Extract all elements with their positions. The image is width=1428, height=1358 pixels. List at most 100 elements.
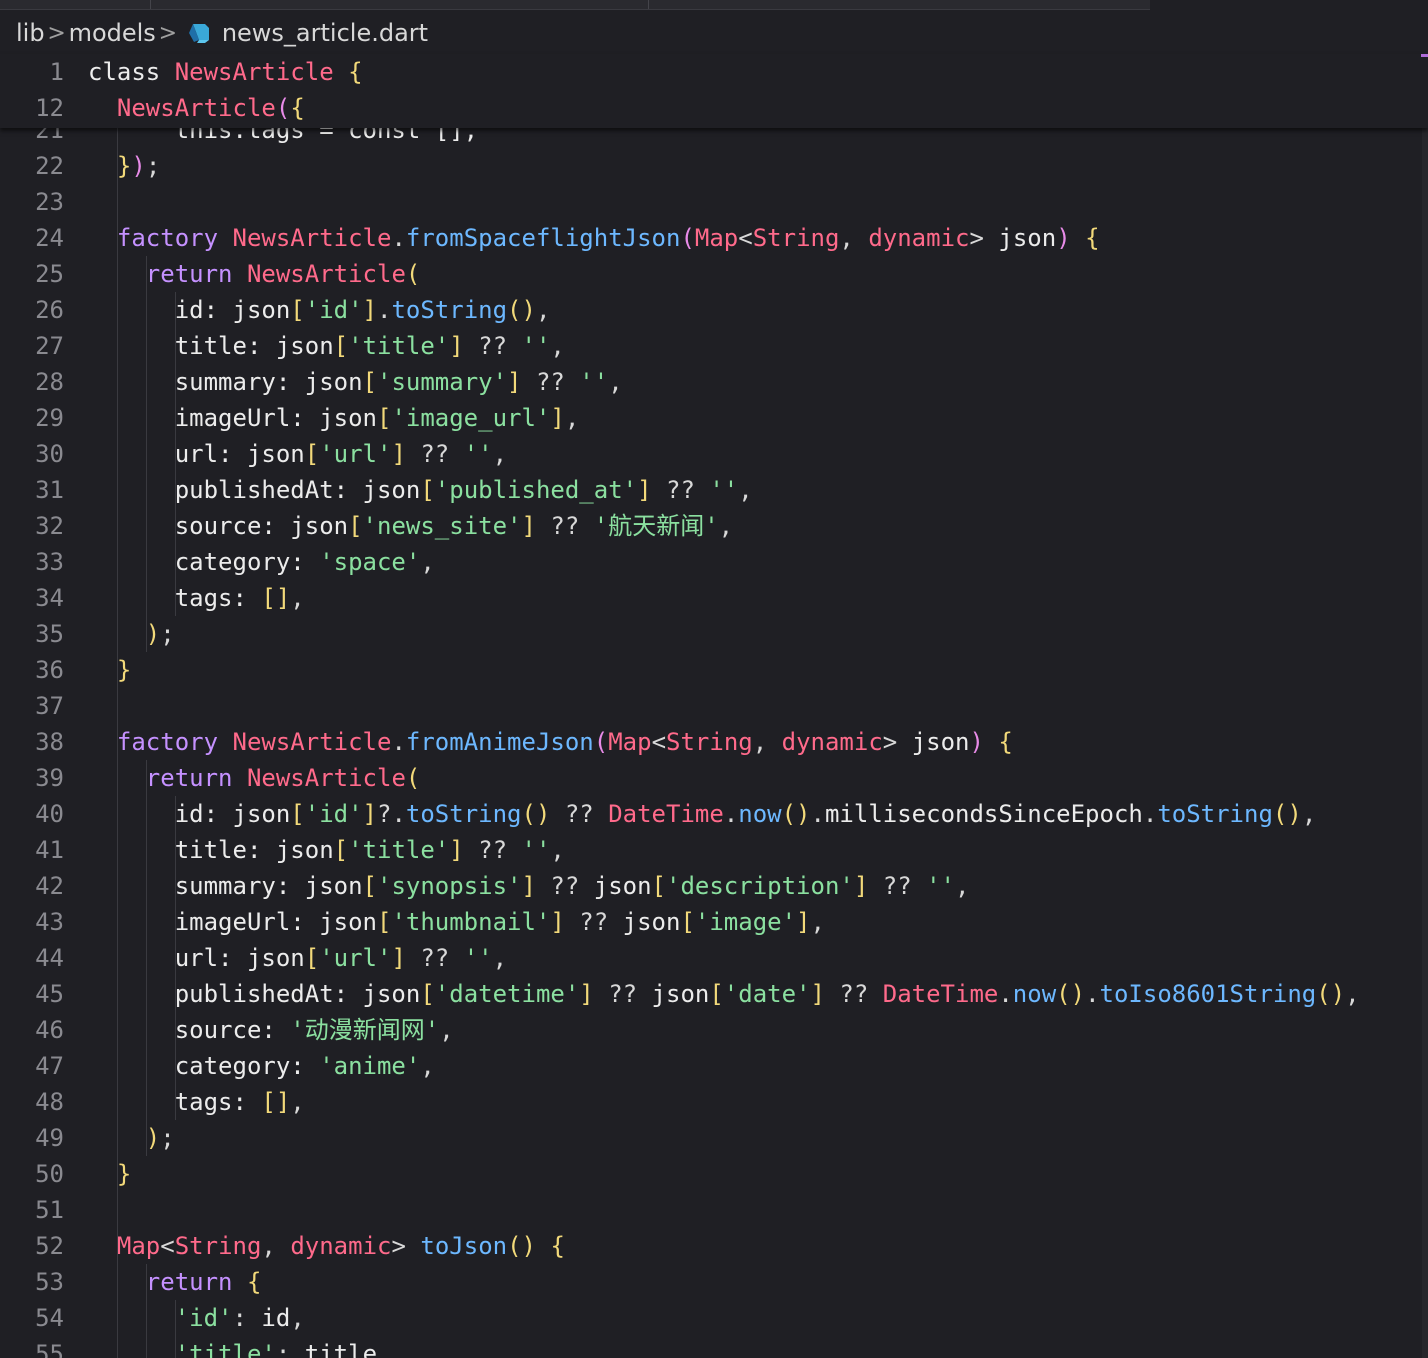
- code-token: NewsArticle: [232, 728, 392, 756]
- code-line[interactable]: 47 category: 'anime',: [0, 1048, 1428, 1084]
- code-token: ,: [290, 584, 305, 612]
- code-token: [: [304, 440, 320, 468]
- indent-guide: [175, 796, 176, 1120]
- code-line[interactable]: 46 source: '动漫新闻网',: [0, 1012, 1428, 1048]
- code-text: summary: json['synopsis'] ?? json['descr…: [88, 868, 970, 904]
- code-token: <: [160, 1232, 175, 1260]
- code-token: ,: [290, 1304, 305, 1332]
- code-line[interactable]: 45 publishedAt: json['datetime'] ?? json…: [0, 976, 1428, 1012]
- code-line[interactable]: 27 title: json['title'] ?? '',: [0, 328, 1428, 364]
- breadcrumb-item-file[interactable]: news_article.dart: [222, 19, 428, 47]
- sticky-scroll-header[interactable]: 1 class NewsArticle {12 NewsArticle({: [0, 54, 1428, 128]
- code-token: factory: [116, 224, 233, 252]
- code-line[interactable]: 1 class NewsArticle {: [0, 54, 1428, 90]
- code-text: factory NewsArticle.fromAnimeJson(Map<St…: [88, 724, 1013, 760]
- code-line[interactable]: 42 summary: json['synopsis'] ?? json['de…: [0, 868, 1428, 904]
- code-text: }: [88, 652, 131, 688]
- code-text: imageUrl: json['thumbnail'] ?? json['ima…: [88, 904, 825, 940]
- code-line[interactable]: 40 id: json['id']?.toString() ?? DateTim…: [0, 796, 1428, 832]
- code-token: >: [969, 224, 999, 252]
- code-line[interactable]: 43 imageUrl: json['thumbnail'] ?? json['…: [0, 904, 1428, 940]
- code-token: Map: [694, 224, 739, 252]
- code-token: 'thumbnail': [391, 908, 551, 936]
- code-token: 'id': [174, 1304, 233, 1332]
- code-token: [: [420, 980, 435, 1008]
- code-token: (): [1316, 980, 1346, 1008]
- code-line[interactable]: 37: [0, 688, 1428, 724]
- line-number: 42: [35, 872, 64, 900]
- code-line[interactable]: 33 category: 'space',: [0, 544, 1428, 580]
- code-token: ,: [608, 368, 623, 396]
- code-line[interactable]: 36 }: [0, 652, 1428, 688]
- code-text: category: 'anime',: [88, 1048, 435, 1084]
- code-line[interactable]: 54 'id': id,: [0, 1300, 1428, 1336]
- code-line[interactable]: 34 tags: [],: [0, 580, 1428, 616]
- code-line[interactable]: 22 });: [0, 148, 1428, 184]
- line-number: 34: [35, 584, 64, 612]
- line-number: 26: [35, 296, 64, 324]
- code-token: dynamic: [868, 224, 970, 252]
- code-line[interactable]: 52 Map<String, dynamic> toJson() {: [0, 1228, 1428, 1264]
- code-token: ??: [593, 980, 652, 1008]
- code-token: category:: [88, 548, 320, 576]
- code-line[interactable]: 55 'title': title,: [0, 1336, 1428, 1358]
- line-number: 22: [35, 152, 64, 180]
- code-token: ,: [839, 224, 869, 252]
- code-line[interactable]: 30 url: json['url'] ?? '',: [0, 436, 1428, 472]
- breadcrumb-item-models[interactable]: models: [69, 19, 156, 47]
- code-token: json: [593, 872, 652, 900]
- code-line[interactable]: 49 );: [0, 1120, 1428, 1156]
- code-line[interactable]: 35 );: [0, 616, 1428, 652]
- code-token: {: [246, 1268, 262, 1296]
- code-token: (): [781, 800, 811, 828]
- code-token: 'description': [666, 872, 854, 900]
- code-line[interactable]: 28 summary: json['summary'] ?? '',: [0, 364, 1428, 400]
- breadcrumb-item-lib[interactable]: lib: [16, 19, 45, 47]
- code-editor[interactable]: 21 this.tags = const [], 22 }); 23 24 facto…: [0, 0, 1428, 1358]
- code-line[interactable]: 23: [0, 184, 1428, 220]
- code-line[interactable]: 31 publishedAt: json['published_at'] ?? …: [0, 472, 1428, 508]
- code-token: ,: [439, 1016, 454, 1044]
- code-line[interactable]: 50 }: [0, 1156, 1428, 1192]
- code-line[interactable]: 41 title: json['title'] ?? '',: [0, 832, 1428, 868]
- code-token: return: [145, 260, 247, 288]
- code-token: NewsArticle: [246, 764, 406, 792]
- line-number: 24: [35, 224, 64, 252]
- code-line[interactable]: 24 factory NewsArticle.fromSpaceflightJs…: [0, 220, 1428, 256]
- code-token: DateTime: [608, 800, 724, 828]
- code-line[interactable]: 48 tags: [],: [0, 1084, 1428, 1120]
- code-text: 'title': title,: [88, 1336, 392, 1358]
- line-number: 36: [35, 656, 64, 684]
- code-text: publishedAt: json['datetime'] ?? json['d…: [88, 976, 1360, 1012]
- code-token: .: [1085, 980, 1100, 1008]
- code-token: [: [362, 368, 377, 396]
- code-line[interactable]: 51: [0, 1192, 1428, 1228]
- line-number: 28: [35, 368, 64, 396]
- code-line[interactable]: 29 imageUrl: json['image_url'],: [0, 400, 1428, 436]
- code-token: 'url': [319, 944, 392, 972]
- code-text: return NewsArticle(: [88, 256, 421, 292]
- code-line[interactable]: 32 source: json['news_site'] ?? '航天新闻',: [0, 508, 1428, 544]
- code-token: (): [1056, 980, 1086, 1008]
- code-token: ,: [1345, 980, 1360, 1008]
- code-line[interactable]: 12 NewsArticle({: [0, 90, 1428, 126]
- code-line[interactable]: 53 return {: [0, 1264, 1428, 1300]
- indent-guide: [117, 128, 118, 1358]
- code-token: Map: [608, 728, 652, 756]
- code-line[interactable]: 26 id: json['id'].toString(),: [0, 292, 1428, 328]
- code-line[interactable]: 44 url: json['url'] ?? '',: [0, 940, 1428, 976]
- code-token: NewsArticle: [116, 94, 276, 122]
- code-line[interactable]: 25 return NewsArticle(: [0, 256, 1428, 292]
- indent-guide: [146, 760, 147, 1156]
- code-token: source:: [88, 1016, 291, 1044]
- code-token: NewsArticle: [174, 58, 334, 86]
- code-line[interactable]: 38 factory NewsArticle.fromAnimeJson(Map…: [0, 724, 1428, 760]
- code-line[interactable]: 39 return NewsArticle(: [0, 760, 1428, 796]
- scrollbar-track[interactable]: [1422, 54, 1428, 1358]
- code-token: ): [145, 620, 161, 648]
- code-text: return {: [88, 1264, 262, 1300]
